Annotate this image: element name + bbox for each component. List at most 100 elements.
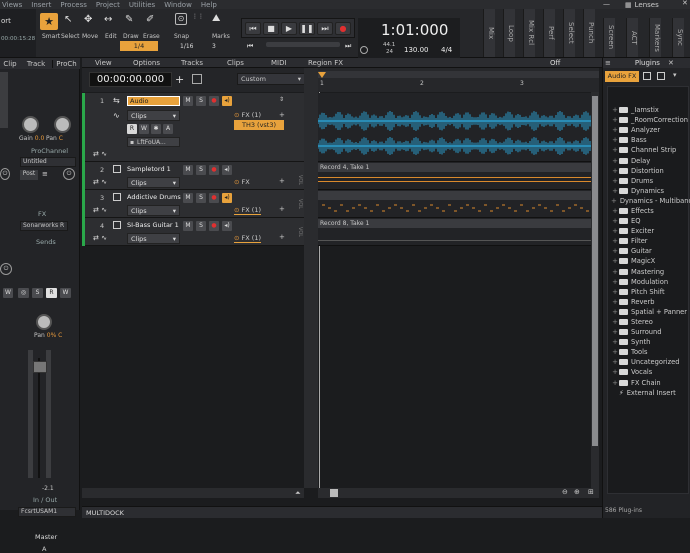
expand-icon[interactable]: + <box>611 237 619 245</box>
menu-insert[interactable]: Insert <box>31 1 51 9</box>
prochannel-menu-icon[interactable]: ≡ <box>42 170 48 178</box>
track-1-lane[interactable] <box>317 93 599 162</box>
plugin-category[interactable]: + Surround <box>611 327 690 337</box>
module-mix[interactable]: Mix <box>483 9 495 57</box>
plugin-category[interactable]: + Stereo <box>611 317 690 327</box>
plugin-category[interactable]: + Pitch Shift <box>611 287 690 297</box>
power-icon[interactable]: ⏻ <box>0 168 10 180</box>
track-header-hscroll[interactable]: ⏶ <box>82 488 304 498</box>
archive-button[interactable]: A <box>163 124 173 134</box>
custom-select[interactable]: Custom ▾ <box>237 73 305 85</box>
input-echo-button[interactable]: ◂) <box>222 165 232 175</box>
mute-button[interactable]: M <box>183 165 193 175</box>
plugin-category[interactable]: ⚡ External Insert <box>611 388 690 398</box>
tab-track[interactable]: Track <box>20 60 52 68</box>
track-updown-icon[interactable]: ⇕ <box>279 96 284 103</box>
plugin-category[interactable]: + Exciter <box>611 226 690 236</box>
expand-icon[interactable]: + <box>611 207 619 215</box>
module-punch[interactable]: Punch <box>583 9 595 57</box>
prochannel-power-icon[interactable]: ⏻ <box>63 168 75 180</box>
plugin-category[interactable]: + Analyzer <box>611 125 690 135</box>
fx-power-icon[interactable]: ⊙ <box>234 206 239 214</box>
expand-icon[interactable]: + <box>611 278 619 286</box>
clips-select[interactable]: Clips ▾ <box>127 177 180 188</box>
rewind-start-icon[interactable]: ⏮ <box>247 42 253 51</box>
mute-button[interactable]: M <box>183 193 193 203</box>
menu-project[interactable]: Project <box>96 1 120 9</box>
expand-icon[interactable]: + <box>611 298 619 306</box>
expand-icon[interactable]: + <box>611 318 619 326</box>
track-2-header[interactable]: 2 Sampletord 1 M S ● ◂) ⇄ ∿ Clips ▾ ⊙ FX … <box>82 162 304 190</box>
meter[interactable]: 4/4 <box>441 46 452 54</box>
write-button[interactable]: W <box>60 288 71 298</box>
stop-button[interactable]: ■ <box>263 22 279 35</box>
menu-process[interactable]: Process <box>60 1 87 9</box>
menu-options[interactable]: Options <box>133 59 160 67</box>
module-screen[interactable]: Screen <box>603 18 615 57</box>
marks-icon[interactable]: ⛰ <box>212 13 228 25</box>
plugin-category[interactable]: + Channel Strip <box>611 145 690 155</box>
track-time-display[interactable]: 00:00:00.000 <box>89 72 172 87</box>
plugin-category[interactable]: + Guitar <box>611 246 690 256</box>
track-settings-icon[interactable]: ⇄ ∿ <box>93 206 107 214</box>
plugin-category[interactable]: + Dynamics - Multiband <box>611 196 690 206</box>
expand-icon[interactable]: + <box>611 106 619 114</box>
fx-add-icon[interactable]: + <box>279 111 285 119</box>
expand-icon[interactable]: + <box>611 308 619 316</box>
browser-options-icon[interactable]: ▾ <box>673 71 677 79</box>
browser-menu-icon[interactable]: ≡ <box>605 59 611 67</box>
plugin-category[interactable]: + Tools <box>611 347 690 357</box>
add-track-icon[interactable]: + <box>175 73 184 86</box>
minimize-icon[interactable]: — <box>603 0 610 8</box>
menu-window[interactable]: Window <box>164 1 192 9</box>
transport-time[interactable]: 1:01:000 <box>381 21 448 39</box>
plugin-category[interactable]: + Delay <box>611 155 690 165</box>
track-4-lane[interactable]: Record 8, Take 1 <box>318 218 599 246</box>
plugin-category[interactable]: + Drums <box>611 176 690 186</box>
close-icon[interactable]: ✕ <box>682 0 688 7</box>
rewind-button[interactable]: ⏮ <box>245 22 261 35</box>
mute-button[interactable]: M <box>183 96 193 106</box>
fx-add-icon[interactable]: + <box>279 177 285 185</box>
track-write-button[interactable]: W <box>139 124 149 134</box>
menu-region-fx[interactable]: Region FX <box>308 59 343 67</box>
smart-tool-icon[interactable]: ★ <box>40 13 58 30</box>
expand-icon[interactable]: + <box>611 136 619 144</box>
erase-tool-icon[interactable]: ✐ <box>146 14 154 25</box>
volume-fader[interactable] <box>33 361 47 373</box>
timeline-vscroll[interactable] <box>591 92 599 488</box>
draw-tool-icon[interactable]: ✎ <box>125 14 133 25</box>
expand-icon[interactable]: + <box>611 247 619 255</box>
loop-end-icon[interactable]: ⏭ <box>345 42 351 51</box>
expand-icon[interactable]: + <box>611 379 619 387</box>
fast-forward-button[interactable]: ⏭ <box>317 22 333 35</box>
browser-close-icon[interactable]: ✕ <box>668 59 674 67</box>
plugin-category[interactable]: + Distortion <box>611 166 690 176</box>
lenses-menu[interactable]: ▦ Lenses <box>625 0 659 9</box>
plugin-category[interactable]: + Synth <box>611 337 690 347</box>
instruments-tab-icon[interactable] <box>657 72 665 80</box>
port-label[interactable]: ort <box>1 17 11 25</box>
track-3-lane[interactable] <box>318 190 599 218</box>
plugin-category[interactable]: + _Iamstix <box>611 105 690 115</box>
tab-clip[interactable]: Clip <box>0 60 20 68</box>
clip-title[interactable]: Record 8, Take 1 <box>318 219 599 228</box>
expand-icon[interactable]: + <box>611 368 619 376</box>
track-name[interactable]: Addictive Drums <box>127 193 181 201</box>
module-markers[interactable]: Markers <box>649 18 661 57</box>
fx-add-icon[interactable]: + <box>279 205 285 213</box>
expand-icon[interactable]: + <box>611 167 619 175</box>
gain-knob[interactable] <box>22 116 39 133</box>
plugins-tab[interactable]: Plugins <box>635 59 660 67</box>
timeline-hscroll[interactable]: ⊖ ⊕ ⊞ <box>318 488 599 498</box>
expand-icon[interactable]: + <box>611 157 619 165</box>
menu-clips[interactable]: Clips <box>227 59 244 67</box>
track-settings-icon[interactable]: ⇄ ∿ <box>93 234 107 242</box>
fx-add-icon[interactable]: + <box>279 233 285 241</box>
plugin-category[interactable]: + Filter <box>611 236 690 246</box>
module-sync[interactable]: Sync <box>672 18 684 57</box>
track-name[interactable]: SI-Bass Guitar 1 <box>127 221 179 229</box>
track-2-lane[interactable]: Record 4, Take 1 <box>318 162 599 190</box>
track-4-header[interactable]: 4 SI-Bass Guitar 1 M S ● ◂) ⇄ ∿ Clips ▾ ⊙… <box>82 218 304 246</box>
record-arm-button[interactable]: ● <box>209 165 219 175</box>
